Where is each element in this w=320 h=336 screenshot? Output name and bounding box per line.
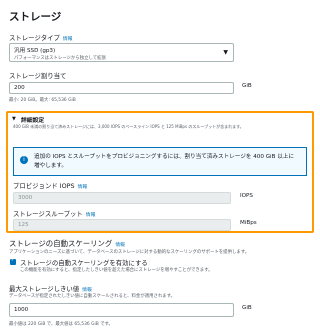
storage-type-select[interactable]: 汎用 SSD (gp3) パフォーマンスはストレージから独立して拡張 ▼ [9,43,234,62]
throughput-input: 125 [13,219,231,231]
autoscaling-info-link[interactable]: 情報 [115,243,125,248]
autoscaling-checkbox-label[interactable]: ストレージの自動スケーリングを有効にする [20,258,148,267]
throughput-info-link[interactable]: 情報 [86,213,96,218]
iops-label: プロビジョンド IOPS 情報 [13,182,88,190]
allocated-storage-unit: GiB [242,83,252,89]
caret-down-icon: ▼ [223,49,228,56]
allocated-storage-label: ストレージ割り当て [9,72,67,80]
advanced-settings-toggle[interactable]: 詳細設定 [21,115,44,124]
allocated-storage-input[interactable]: 200 [9,82,234,94]
storage-type-info-link[interactable]: 情報 [63,37,73,42]
check-icon: ✓ [10,257,16,263]
iops-unit: IOPS [240,193,253,199]
max-threshold-hint: 最小値は 220 GiB で、最大値は 65,536 GiB です。 [9,322,113,327]
autoscaling-description: アプリケーションのニーズに基づいて、データベースのストレージに対する動的なスケー… [9,250,250,255]
info-circle-icon: i [20,156,28,164]
throughput-label: ストレージスループット 情報 [13,210,96,218]
storage-panel: ストレージ ストレージタイプ 情報 汎用 SSD (gp3) パフォーマンスはスト… [0,0,320,336]
info-alert-text: 追加の IOPS とスループットをプロビジョニングするには、割り当て済みストレー… [34,154,294,169]
section-title: ストレージ [9,11,62,23]
max-threshold-description: データベースが指定されたしきい値に自動スケールされると、料金が適用されます。 [9,294,176,299]
autoscaling-title: ストレージの自動スケーリング 情報 [9,239,125,248]
iops-info-link[interactable]: 情報 [78,185,88,190]
max-threshold-input[interactable]: 1000 [9,303,234,317]
allocated-storage-hint: 最小: 20 GiB。最大: 65,536 GiB [9,98,76,103]
autoscaling-checkbox-description: この機能を有効にすると、指定したしきい値を超えた場合にストレージを増やすことがで… [20,268,213,273]
advanced-settings-description: 400 GiB 未満の割り当て済みストレージには、3,000 IOPS のベース… [13,124,244,129]
caret-down-icon[interactable]: ▼ [12,116,16,122]
storage-type-label: ストレージタイプ 情報 [9,34,73,42]
max-threshold-label: 最大ストレージしきい値 情報 [9,285,92,293]
throughput-unit: MiBps [240,220,257,226]
info-alert: i 追加の IOPS とスループットをプロビジョニングするには、割り当て済みスト… [13,147,307,176]
autoscaling-checkbox[interactable]: ✓ [10,257,16,265]
max-threshold-unit: GiB [242,305,252,311]
iops-input: 3000 [13,192,231,204]
